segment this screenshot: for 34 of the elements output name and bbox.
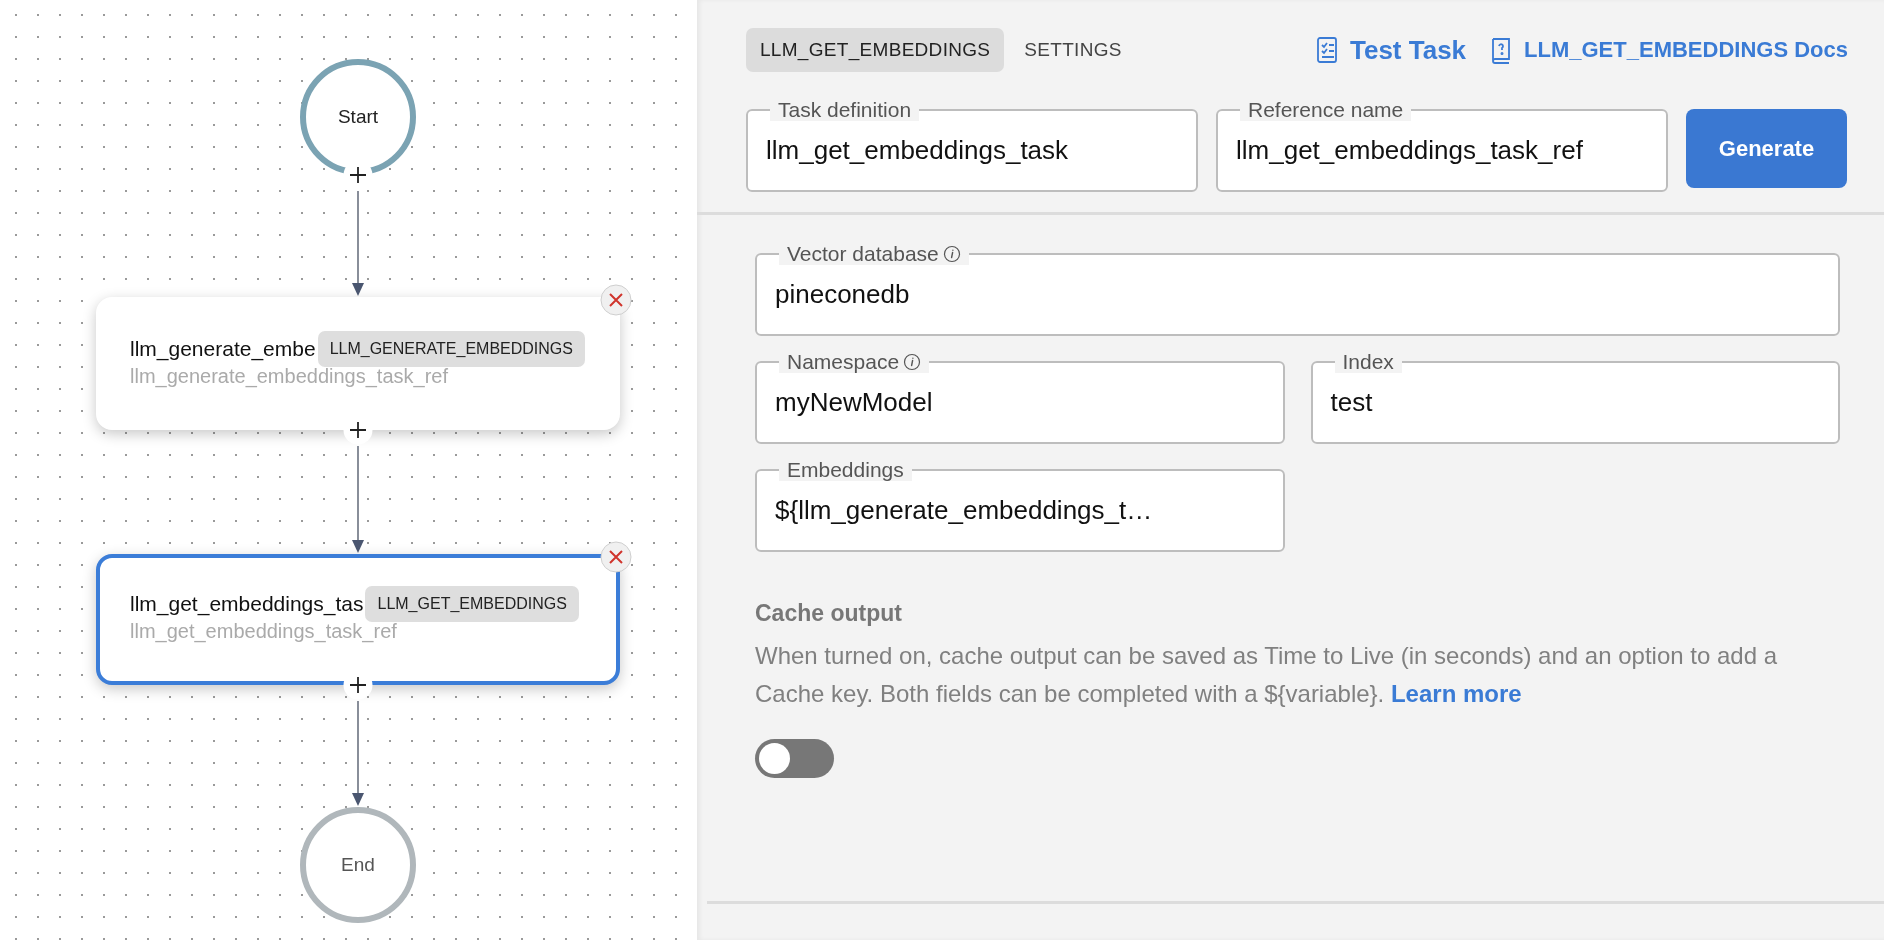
task-node[interactable]: llm_get_embeddings_tas LLM_GET_EMBEDDINGS llm_get_embeddings_task_ref (96, 554, 620, 685)
text-field[interactable]: Namespace myNewModel (755, 351, 1285, 444)
task-node[interactable]: llm_generate_embe LLM_GENERATE_EMBEDDINGS llm_generate_embeddings_task_ref (96, 297, 620, 430)
task-type-tag: LLM_GENERATE_EMBEDDINGS (317, 331, 585, 367)
checklist-icon (1315, 35, 1340, 65)
task-reference: llm_generate_embeddings_task_ref (130, 365, 449, 388)
node-label: Start (337, 106, 379, 128)
field-label: Embeddings (787, 459, 904, 481)
field-label: Namespace (787, 351, 900, 373)
text-field[interactable]: Vector database pineconedb (755, 243, 1840, 336)
test-task-link[interactable]: Test Task (1315, 34, 1467, 66)
section-title: Cache output (755, 600, 903, 627)
field-label: Vector database (787, 243, 939, 265)
field-label: Reference name (1248, 99, 1404, 121)
close-icon[interactable] (600, 541, 632, 573)
tab[interactable]: LLM_GET_EMBEDDINGS (746, 28, 1005, 72)
node-label: End (341, 854, 375, 876)
task-name: llm_get_embeddings_tas (130, 592, 364, 616)
generate-button[interactable]: Generate (1686, 109, 1847, 188)
task-type-tag: LLM_GET_EMBEDDINGS (365, 586, 579, 622)
text-field[interactable]: Task definition llm_get_embeddings_task (746, 99, 1198, 192)
toggle-switch[interactable] (755, 739, 834, 778)
text-field[interactable]: Reference name llm_get_embeddings_task_ref (1216, 99, 1668, 192)
task-name: llm_generate_embe (130, 337, 316, 361)
tab[interactable]: SETTINGS (1010, 28, 1136, 72)
field-label: Task definition (778, 99, 912, 121)
task-reference: llm_get_embeddings_task_ref (130, 620, 398, 643)
description-text: When turned on, cache output can be saved as Time to Live (in seconds) and an option to add a Cache key. Both fields can be completed with a ${variable}. Learn more (755, 641, 1778, 709)
docs-link[interactable]: LLM_GET_EMBEDDINGS Docs (1490, 36, 1848, 64)
text-field[interactable]: Index test (1310, 351, 1840, 444)
learn-more-link[interactable]: Learn more (1390, 680, 1522, 707)
text-field[interactable]: Embeddings ${llm_generate_embeddings_t… (755, 459, 1285, 552)
close-icon[interactable] (600, 284, 632, 316)
field-label: Index (1342, 351, 1394, 373)
